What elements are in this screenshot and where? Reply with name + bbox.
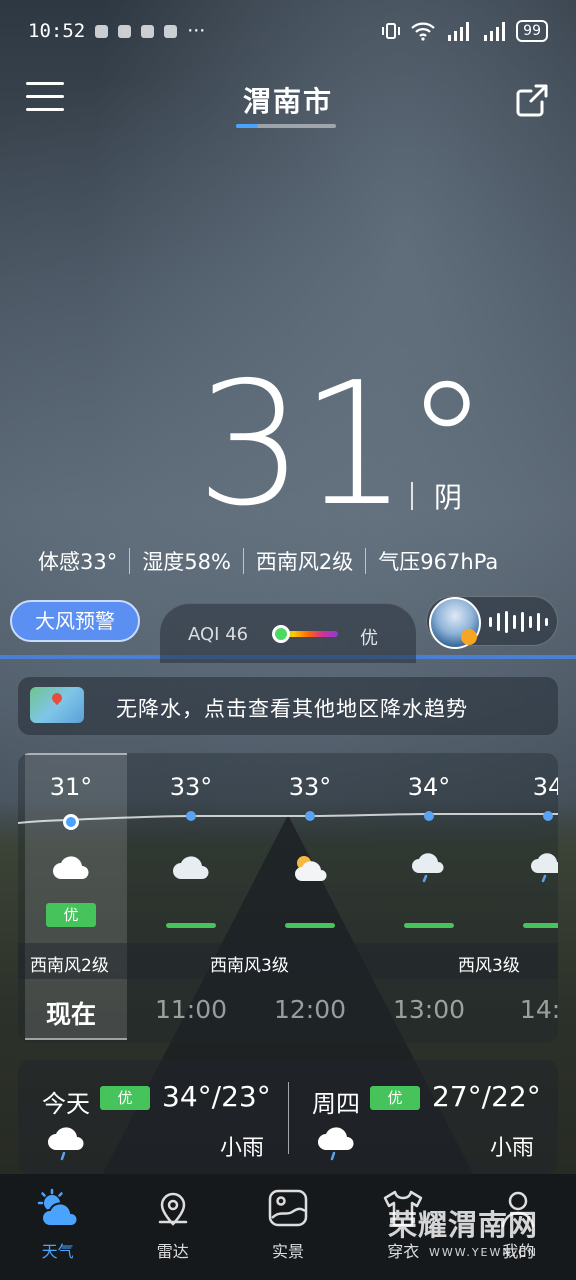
- watermark: 荣耀渭南网 WWW.YEWN.CN: [388, 1202, 538, 1259]
- hour-temperature-dot: [543, 811, 553, 821]
- hour-aqi-bar: [285, 923, 335, 928]
- humidity: 湿度58%: [142, 550, 231, 574]
- day-item-today[interactable]: 今天 优 34°/23° 小雨: [18, 1060, 288, 1174]
- aqi-panel[interactable]: AQI 46 优: [160, 603, 416, 663]
- top-bar: 渭南市: [0, 78, 576, 134]
- status-bar: 10:52 ··· 99: [28, 16, 548, 46]
- tab-scene[interactable]: 实景: [230, 1174, 345, 1280]
- light-rain-icon: [412, 853, 444, 883]
- divider: [242, 548, 244, 574]
- signal-icon: [484, 22, 506, 41]
- tab-label: 雷达: [156, 1242, 189, 1261]
- hour-time: 13:00: [392, 995, 466, 1024]
- hourly-wind-row: 西南风2级 西南风3级 西风3级: [18, 943, 558, 979]
- battery-indicator: 99: [516, 20, 548, 42]
- daily-forecast[interactable]: 今天 优 34°/23° 小雨 周四 优 27°/22° 小雨: [18, 1060, 558, 1174]
- divider: [129, 548, 131, 574]
- hour-temperature: 33°: [288, 773, 332, 801]
- hour-wind: 西南风2级: [30, 956, 109, 976]
- hour-column[interactable]: 34 14:0: [489, 753, 558, 1043]
- divider: [411, 482, 413, 510]
- precipitation-notice[interactable]: 无降水，点击查看其他地区降水趋势: [18, 677, 558, 735]
- day-name: 周四: [312, 1090, 360, 1118]
- feels-like: 体感33°: [38, 550, 118, 574]
- hour-temperature: 34: [532, 773, 558, 801]
- hour-time: 11:00: [154, 995, 228, 1024]
- sound-wave-icon: [489, 611, 548, 633]
- notification-icon: [141, 24, 155, 38]
- hour-aqi-bar: [404, 923, 454, 928]
- notification-icon: [95, 24, 109, 38]
- day-condition: 小雨: [219, 1136, 264, 1161]
- notification-icon: [164, 24, 178, 38]
- hour-aqi-bar: [166, 923, 216, 928]
- weather-icon: [37, 1188, 79, 1227]
- hour-temperature: 34°: [407, 773, 451, 801]
- hour-temperature-dot: [186, 811, 196, 821]
- tab-radar[interactable]: 雷达: [115, 1174, 230, 1280]
- vibrate-icon: [382, 23, 401, 39]
- status-time: 10:52: [28, 20, 86, 42]
- city-page-indicator: [236, 124, 336, 128]
- signal-icon: [448, 22, 470, 41]
- wifi-icon: [411, 22, 435, 41]
- hour-temperature-dot: [63, 814, 79, 830]
- tab-weather[interactable]: 天气: [0, 1174, 115, 1280]
- hour-time: 12:00: [273, 995, 347, 1024]
- aqi-level: 优: [360, 628, 378, 649]
- precipitation-text: 无降水，点击查看其他地区降水趋势: [116, 697, 468, 721]
- divider: [365, 548, 367, 574]
- hour-column[interactable]: 33° 12:00: [251, 753, 369, 1043]
- day-item-thursday[interactable]: 周四 优 27°/22° 小雨: [288, 1060, 558, 1174]
- more-notifications-icon: ···: [187, 20, 206, 42]
- notification-icon: [118, 24, 132, 38]
- current-condition: 阴: [434, 481, 463, 514]
- wind-alert-button[interactable]: 大风预警: [10, 600, 140, 642]
- hour-aqi-bar: [523, 923, 558, 928]
- day-temp-range: 27°/22°: [432, 1080, 541, 1113]
- hour-column[interactable]: 34° 13:00: [370, 753, 488, 1043]
- map-icon: [30, 687, 84, 723]
- day-temp-range: 34°/23°: [162, 1080, 271, 1113]
- radar-pin-icon: [158, 1192, 188, 1226]
- scene-icon: [268, 1189, 308, 1227]
- notification-icons: [95, 24, 178, 38]
- hour-time: 14:0: [519, 995, 558, 1024]
- hourly-forecast[interactable]: 31° 优 现在 33° 11:00 33° 12:00 34° 13:00 3…: [18, 753, 558, 1043]
- pressure: 气压967hPa: [378, 550, 499, 574]
- aqi-label: AQI 46: [188, 624, 249, 645]
- hour-time: 现在: [45, 1000, 96, 1029]
- light-rain-icon: [48, 1127, 84, 1161]
- wind: 西南风2级: [255, 550, 354, 574]
- cloud-icon: [173, 856, 209, 879]
- day-aqi-badge: 优: [100, 1086, 150, 1110]
- page-indicator-active: [236, 124, 258, 128]
- tab-label: 天气: [41, 1242, 74, 1261]
- watermark-url: WWW.YEWN.CN: [428, 1246, 538, 1259]
- share-icon[interactable]: [514, 82, 550, 118]
- aqi-marker: [272, 625, 290, 643]
- tab-label: 实景: [272, 1242, 305, 1261]
- day-name: 今天: [42, 1090, 90, 1118]
- current-details[interactable]: 体感33° 湿度58% 西南风2级 气压967hPa: [38, 546, 556, 576]
- day-aqi-badge: 优: [370, 1086, 420, 1110]
- light-rain-icon: [318, 1127, 354, 1161]
- hour-wind: 西风3级: [458, 956, 520, 976]
- hour-temperature: 33°: [169, 773, 213, 801]
- light-rain-icon: [531, 853, 558, 883]
- day-condition: 小雨: [489, 1136, 534, 1161]
- play-icon: [461, 629, 477, 645]
- hour-column[interactable]: 33° 11:00: [132, 753, 250, 1043]
- hour-column[interactable]: 31° 优 现在: [18, 753, 130, 1043]
- hour-aqi-badge: 优: [46, 903, 96, 927]
- hour-temperature: 31°: [49, 773, 93, 801]
- hour-temperature-dot: [305, 811, 315, 821]
- hour-temperature-dot: [424, 811, 434, 821]
- city-title[interactable]: 渭南市: [0, 80, 576, 120]
- voice-broadcast-button[interactable]: [426, 596, 558, 649]
- watermark-title: 荣耀渭南网: [387, 1208, 538, 1242]
- hour-wind: 西南风3级: [210, 956, 289, 976]
- cloud-icon: [53, 856, 89, 879]
- partly-cloudy-icon: [295, 856, 327, 881]
